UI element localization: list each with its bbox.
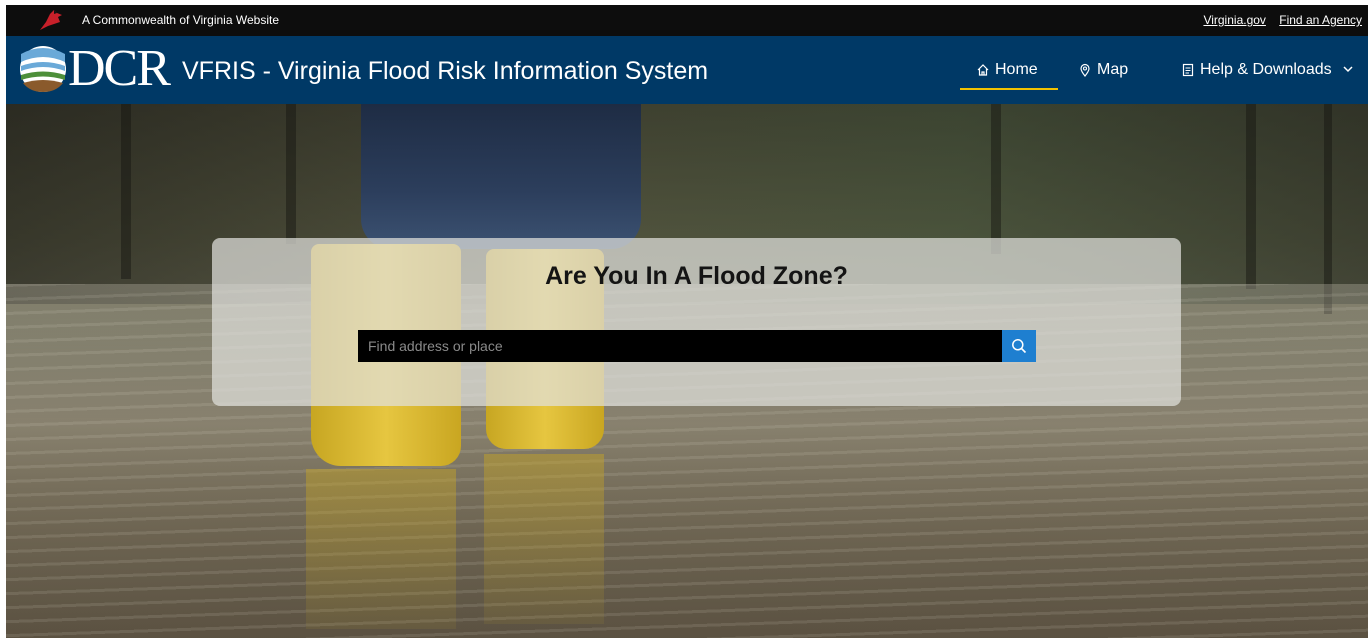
fence-post — [286, 104, 296, 244]
search-icon — [1012, 339, 1027, 354]
page-frame: A Commonwealth of Virginia Website Virgi… — [6, 5, 1368, 638]
hero-jeans — [361, 104, 641, 249]
site-title: VFRIS - Virginia Flood Risk Information … — [182, 57, 709, 85]
hero-boot-reflection — [484, 454, 604, 624]
commonwealth-bar: A Commonwealth of Virginia Website Virgi… — [6, 5, 1368, 36]
map-pin-icon — [1080, 63, 1090, 77]
site-header: DCR VFRIS - Virginia Flood Risk Informat… — [6, 36, 1368, 104]
address-search-input[interactable] — [358, 330, 1002, 362]
nav-home[interactable]: Home — [960, 60, 1058, 90]
nav-help-downloads[interactable]: Help & Downloads — [1181, 60, 1354, 80]
find-agency-link[interactable]: Find an Agency — [1279, 13, 1362, 27]
search-heading: Are You In A Flood Zone? — [545, 262, 848, 290]
fence-post — [991, 104, 1001, 254]
nav-map-label: Map — [1097, 61, 1129, 78]
fence-post — [1246, 104, 1256, 289]
virginia-gov-link[interactable]: Virginia.gov — [1203, 13, 1265, 27]
flood-search-panel: Are You In A Flood Zone? — [212, 238, 1181, 406]
nav-home-label: Home — [995, 61, 1038, 78]
hero-image: Are You In A Flood Zone? — [6, 104, 1368, 638]
fence-post — [121, 104, 131, 279]
fence-post — [1324, 104, 1332, 314]
nav-help-label: Help & Downloads — [1200, 61, 1332, 78]
nav-map[interactable]: Map — [1078, 60, 1128, 80]
chevron-down-icon — [1343, 66, 1353, 73]
document-icon — [1182, 63, 1194, 77]
cardinal-icon — [40, 10, 62, 30]
commonwealth-text: A Commonwealth of Virginia Website — [82, 13, 279, 27]
hero-boot-reflection — [306, 469, 456, 629]
home-icon — [977, 64, 989, 76]
dcr-globe-icon — [20, 46, 66, 92]
dcr-logo-text: DCR — [68, 40, 171, 97]
search-button[interactable] — [1002, 330, 1036, 362]
commonwealth-links: Virginia.gov Find an Agency — [1193, 13, 1362, 27]
